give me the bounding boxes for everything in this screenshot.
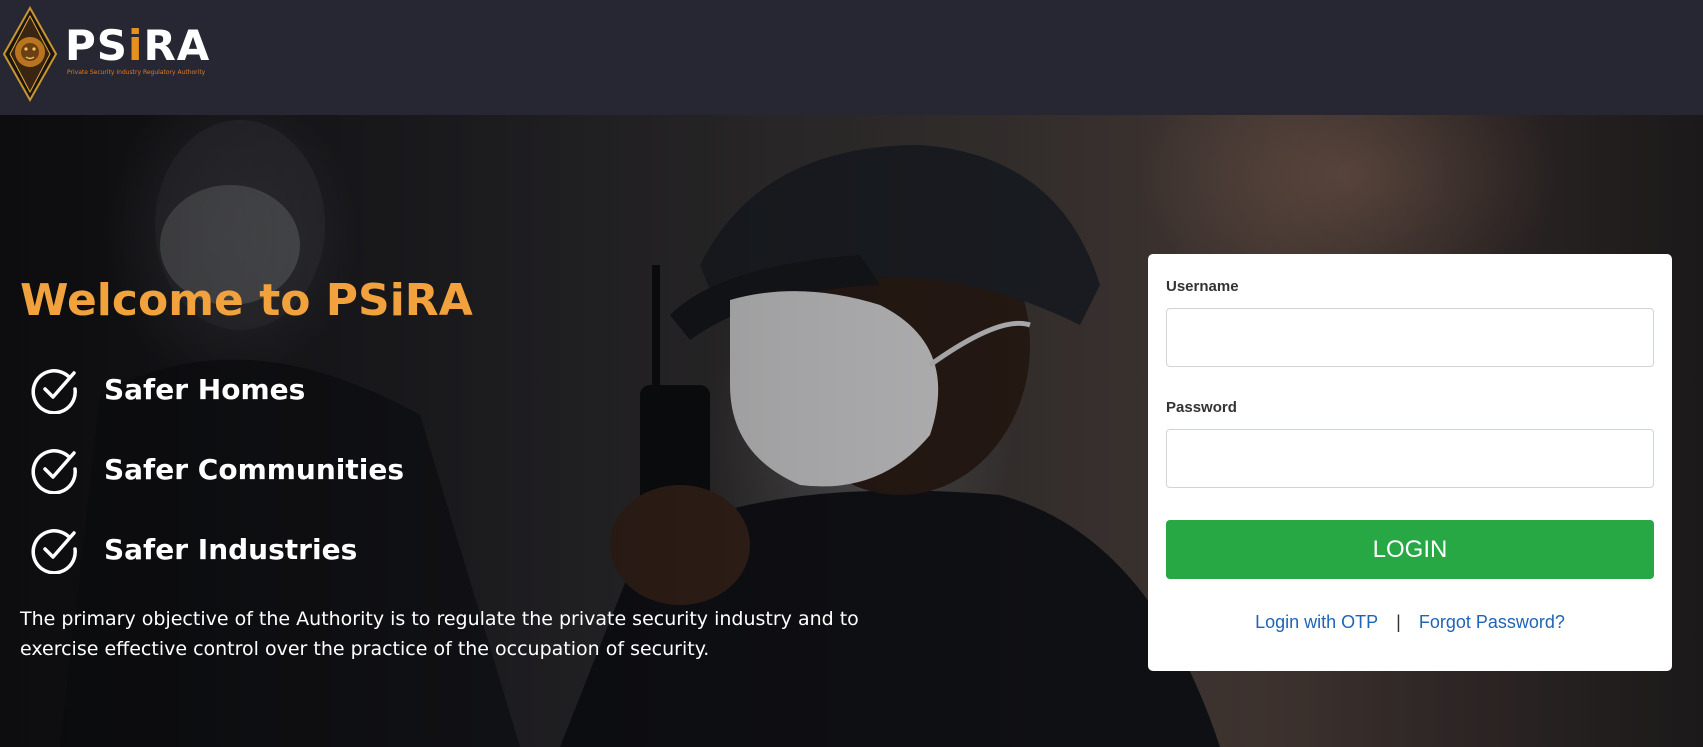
feature-label: Safer Industries (104, 532, 358, 566)
login-button[interactable]: LOGIN (1166, 520, 1654, 579)
feature-label: Safer Communities (104, 452, 405, 486)
feature-label: Safer Homes (104, 372, 306, 406)
login-form: Username Password LOGIN Login with OTP | F… (1148, 254, 1672, 671)
feature-item-safer-communities: Safer Communities (30, 429, 404, 509)
top-navbar: PSiRA Private Security Industry Regulato… (0, 0, 1703, 115)
lion-crest-icon (2, 6, 58, 102)
username-label: Username (1166, 278, 1239, 295)
link-separator: | (1396, 612, 1401, 632)
logo-tagline: Private Security Industry Regulatory Aut… (67, 69, 206, 76)
logo-wordmark: PSiRA (65, 21, 211, 70)
forgot-password-link[interactable]: Forgot Password? (1419, 612, 1565, 632)
feature-list: Safer Homes Safer Communities Safer Indu… (30, 349, 404, 589)
login-links: Login with OTP | Forgot Password? (1148, 612, 1672, 633)
login-with-otp-link[interactable]: Login with OTP (1255, 612, 1378, 632)
psira-logo[interactable]: PSiRA Private Security Industry Regulato… (0, 6, 220, 102)
password-input[interactable] (1166, 429, 1654, 488)
objective-text: The primary objective of the Authority i… (20, 608, 859, 660)
check-circle-icon (31, 449, 77, 494)
username-input[interactable] (1166, 308, 1654, 367)
hero-section: Welcome to PSiRA Safer Homes Safer Commu… (0, 115, 1703, 747)
feature-item-safer-homes: Safer Homes (30, 349, 404, 429)
welcome-heading: Welcome to PSiRA (20, 275, 473, 326)
check-circle-icon (31, 369, 77, 414)
feature-item-safer-industries: Safer Industries (30, 509, 404, 589)
check-circle-icon (31, 529, 77, 574)
password-label: Password (1166, 399, 1237, 416)
